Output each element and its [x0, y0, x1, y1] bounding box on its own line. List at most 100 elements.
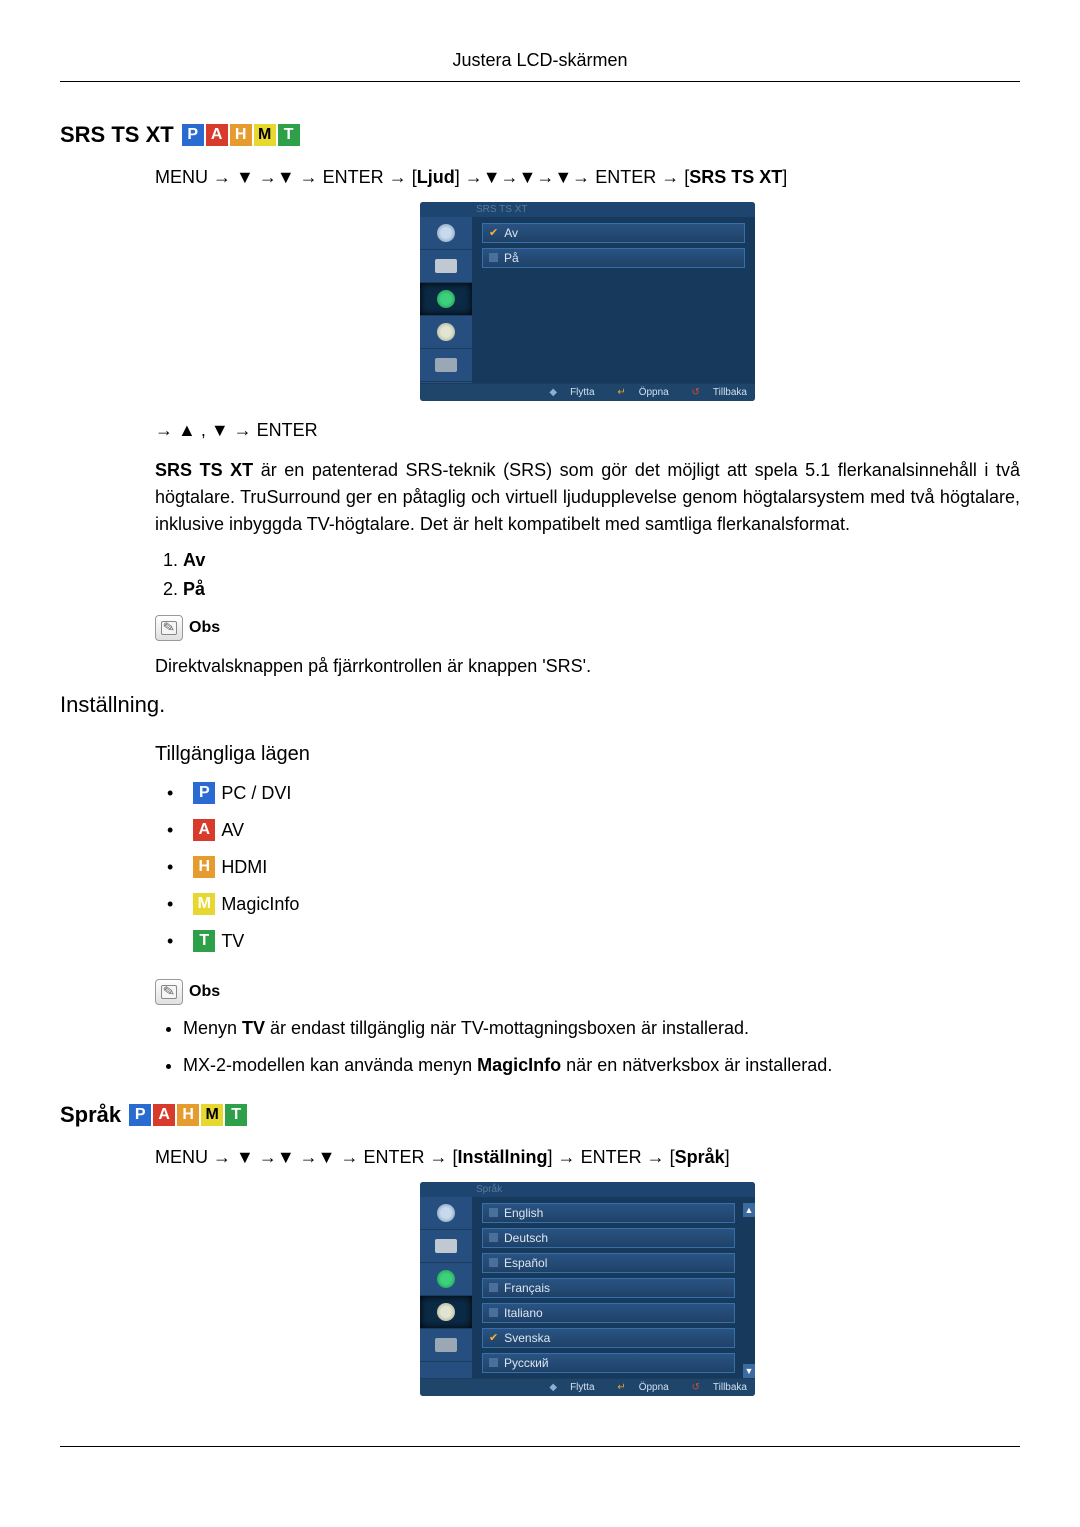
- mode-m-icon: M: [254, 124, 276, 146]
- mode-p-icon: P: [182, 124, 204, 146]
- lang-deutsch[interactable]: Deutsch: [482, 1228, 735, 1248]
- osd-side-1[interactable]: [420, 217, 472, 250]
- srs-desc: SRS TS XT är en patenterad SRS-teknik (S…: [155, 457, 1020, 538]
- mode-a-icon: A: [193, 819, 215, 841]
- install-obs-row: Obs: [155, 979, 1020, 1005]
- srs-after-path: → ▲ , ▼ → ENTER: [155, 416, 1020, 445]
- osd-side-3[interactable]: [420, 1263, 472, 1296]
- square-icon: [489, 1233, 498, 1242]
- path-menu: MENU: [155, 167, 208, 187]
- scroll-down-icon[interactable]: ▼: [743, 1364, 755, 1378]
- mode-row-tv: T TV: [167, 924, 1020, 958]
- lang-francais[interactable]: Français: [482, 1278, 735, 1298]
- install-sub: Tillgängliga lägen: [155, 743, 1020, 766]
- install-notes: Menyn TV är endast tillgänglig när TV-mo…: [155, 1011, 1020, 1082]
- footer-tillbaka: Tillbaka: [713, 1382, 747, 1393]
- osd-side-2[interactable]: [420, 1230, 472, 1263]
- install-title: Inställning.: [60, 692, 1020, 718]
- square-icon: [489, 1358, 498, 1367]
- srs-desc-prefix: SRS TS XT: [155, 460, 253, 480]
- footer-rule: [60, 1446, 1020, 1447]
- input-icon: [435, 1239, 457, 1253]
- page-header: Justera LCD-skärmen: [60, 50, 1020, 82]
- mode-h-icon: H: [230, 124, 252, 146]
- mode-m-icon: M: [193, 893, 215, 915]
- mode-p-icon: P: [129, 1104, 151, 1126]
- footer-tillbaka: Tillbaka: [713, 387, 747, 398]
- path-enter2: ENTER: [581, 1147, 642, 1167]
- mode-label-pc: PC / DVI: [221, 776, 291, 810]
- input-icon: [435, 259, 457, 273]
- srs-menu-path: MENU → ▼ →▼ → ENTER → [Ljud] →▼→▼→▼→ ENT…: [155, 163, 1020, 192]
- osd-side-5[interactable]: [420, 1329, 472, 1362]
- lang-russkij[interactable]: Русский: [482, 1353, 735, 1373]
- footer-flytta: Flytta: [570, 1382, 594, 1393]
- osd-side-3[interactable]: [420, 283, 472, 316]
- path-group: Inställning: [458, 1147, 548, 1167]
- osd-footer: ◆Flytta ↵Öppna ↺Tillbaka: [420, 1378, 755, 1396]
- srs-title-row: SRS TS XT P A H M T: [60, 122, 1020, 148]
- scroll-up-icon[interactable]: ▲: [743, 1203, 755, 1217]
- path-menu: MENU: [155, 1147, 208, 1167]
- srs-obs-label: Obs: [189, 619, 220, 637]
- osd-sidebar: [420, 217, 472, 383]
- mode-p-icon: P: [193, 782, 215, 804]
- note-icon: [155, 979, 183, 1005]
- osd-scrollbar[interactable]: ▲ ▼: [743, 1203, 755, 1378]
- sprak-osd: Språk English Deutsch Español Français I…: [420, 1182, 755, 1396]
- osd-side-4[interactable]: [420, 1296, 472, 1329]
- footer-oppna: Öppna: [639, 1382, 669, 1393]
- srs-title: SRS TS XT: [60, 122, 174, 148]
- sprak-menu-path: MENU → ▼ →▼ →▼ → ENTER → [Inställning] →…: [155, 1143, 1020, 1172]
- mode-label-magic: MagicInfo: [221, 887, 299, 921]
- footer-oppna: Öppna: [639, 387, 669, 398]
- osd-opt-av[interactable]: ✔ Av: [482, 223, 745, 243]
- lang-italiano[interactable]: Italiano: [482, 1303, 735, 1323]
- srs-modes: P A H M T: [182, 124, 302, 146]
- mode-label-av: AV: [221, 813, 244, 847]
- osd-opt-pa-label: På: [504, 251, 519, 265]
- install-note-1: Menyn TV är endast tillgänglig när TV-mo…: [183, 1011, 1020, 1045]
- enum-pa: På: [183, 579, 205, 599]
- lang-svenska[interactable]: ✔Svenska: [482, 1328, 735, 1348]
- osd-side-5[interactable]: [420, 349, 472, 382]
- square-icon: [489, 1283, 498, 1292]
- srs-osd-title: SRS TS XT: [420, 202, 755, 217]
- osd-side-2[interactable]: [420, 250, 472, 283]
- path-group: Ljud: [417, 167, 455, 187]
- mode-label-tv: TV: [221, 924, 244, 958]
- setup-icon: [437, 323, 455, 341]
- mode-h-icon: H: [193, 856, 215, 878]
- srs-obs-text: Direktvalsknappen på fjärrkontrollen är …: [155, 653, 1020, 680]
- path-target: SRS TS XT: [689, 167, 782, 187]
- path-enter1: ENTER: [323, 167, 384, 187]
- multi-icon: [435, 358, 457, 372]
- install-note-2: MX-2-modellen kan använda menyn MagicInf…: [183, 1048, 1020, 1082]
- osd-sidebar: [420, 1197, 472, 1378]
- lang-espanol[interactable]: Español: [482, 1253, 735, 1273]
- osd-side-4[interactable]: [420, 316, 472, 349]
- mode-row-magic: M MagicInfo: [167, 887, 1020, 921]
- mode-t-icon: T: [278, 124, 300, 146]
- square-icon: [489, 1258, 498, 1267]
- osd-side-1[interactable]: [420, 1197, 472, 1230]
- picture-icon: [437, 1204, 455, 1222]
- sprak-title: Språk: [60, 1102, 121, 1128]
- osd-opt-av-label: Av: [504, 226, 518, 240]
- note-icon: [155, 615, 183, 641]
- mode-row-av: A AV: [167, 813, 1020, 847]
- mode-a-icon: A: [153, 1104, 175, 1126]
- mode-label-hdmi: HDMI: [221, 850, 267, 884]
- enum-av: Av: [183, 550, 205, 570]
- mode-t-icon: T: [193, 930, 215, 952]
- mode-row-hdmi: H HDMI: [167, 850, 1020, 884]
- sound-icon: [437, 290, 455, 308]
- srs-enum: Av På: [155, 550, 1020, 600]
- srs-osd: SRS TS XT ✔ Av På: [420, 202, 755, 401]
- mode-row-pc: P PC / DVI: [167, 776, 1020, 810]
- lang-english[interactable]: English: [482, 1203, 735, 1223]
- footer-flytta: Flytta: [570, 387, 594, 398]
- srs-obs-row: Obs: [155, 615, 1020, 641]
- osd-opt-pa[interactable]: På: [482, 248, 745, 268]
- sound-icon: [437, 1270, 455, 1288]
